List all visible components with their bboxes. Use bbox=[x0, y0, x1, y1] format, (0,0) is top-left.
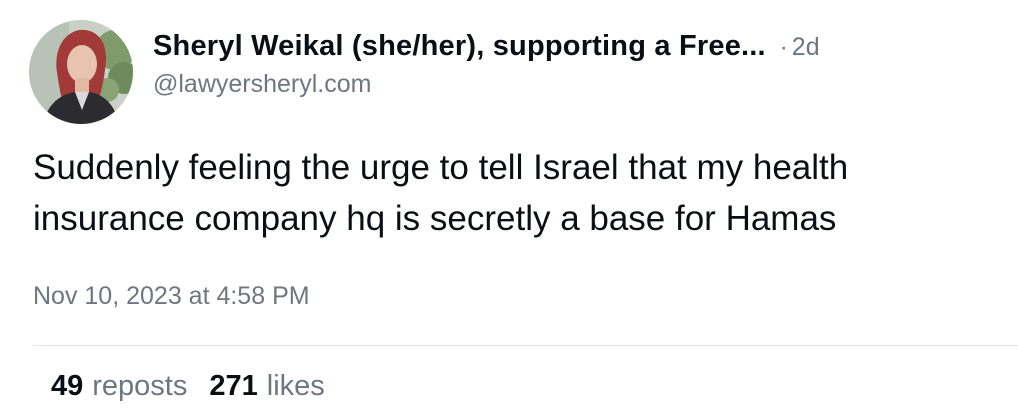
post-relative-time[interactable]: 2d bbox=[792, 33, 820, 62]
divider bbox=[33, 345, 1018, 346]
reposts-stat[interactable]: 49 reposts bbox=[51, 370, 187, 403]
post-header: Sheryl Weikal (she/her), supporting a Fr… bbox=[153, 30, 983, 99]
avatar[interactable] bbox=[29, 20, 133, 124]
post-body-line: Suddenly feeling the urge to tell Israel… bbox=[33, 148, 849, 187]
post-timestamp: Nov 10, 2023 at 4:58 PM bbox=[33, 282, 310, 310]
author-row: Sheryl Weikal (she/her), supporting a Fr… bbox=[153, 30, 983, 63]
post-card: Sheryl Weikal (she/her), supporting a Fr… bbox=[0, 0, 1018, 420]
reposts-count: 49 bbox=[51, 370, 84, 402]
author-handle[interactable]: @lawyersheryl.com bbox=[153, 70, 983, 99]
likes-label: likes bbox=[266, 370, 325, 402]
post-stats: 49 reposts 271 likes bbox=[51, 370, 347, 403]
author-display-name[interactable]: Sheryl Weikal (she/her), supporting a Fr… bbox=[153, 30, 766, 63]
post-body: Suddenly feeling the urge to tell Israel… bbox=[33, 142, 993, 244]
post-body-line: insurance company hq is secretly a base … bbox=[33, 199, 837, 238]
likes-count: 271 bbox=[209, 370, 258, 402]
avatar-image bbox=[29, 20, 133, 124]
separator-dot: · bbox=[779, 34, 788, 61]
likes-stat[interactable]: 271 likes bbox=[209, 370, 324, 403]
reposts-label: reposts bbox=[92, 370, 188, 402]
